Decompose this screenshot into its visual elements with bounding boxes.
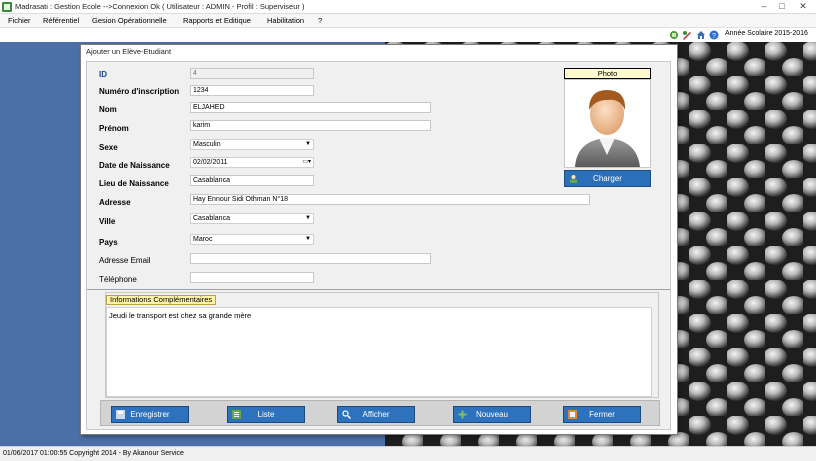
toolbar: ? Année Scolaire 2015-2016 bbox=[0, 28, 816, 42]
info-textarea[interactable]: Jeudi le transport est chez sa grande mè… bbox=[106, 307, 652, 397]
pays-label: Pays bbox=[99, 238, 118, 247]
afficher-label: Afficher bbox=[362, 410, 390, 419]
nom-field[interactable]: ELJAHED bbox=[190, 102, 431, 113]
charger-photo-button[interactable]: Charger bbox=[564, 170, 651, 187]
maximize-icon[interactable]: □ bbox=[775, 1, 789, 12]
add-icon bbox=[458, 410, 467, 419]
save-icon bbox=[116, 410, 125, 419]
id-label: ID bbox=[99, 70, 107, 79]
add-student-dialog: Ajouter un Elève-Etudiant ID Numéro d'in… bbox=[80, 44, 678, 435]
menu-gestion-operationnelle[interactable]: Gesion Opérationnelle bbox=[92, 16, 167, 25]
menu-referentiel[interactable]: Référentiel bbox=[43, 16, 79, 25]
enregistrer-button[interactable]: Enregistrer bbox=[111, 406, 189, 423]
status-text: 01/06/2017 01:00:55 Copyright 2014 - By … bbox=[3, 450, 184, 457]
home-icon[interactable] bbox=[696, 30, 706, 40]
menu-bar: Fichier Référentiel Gesion Opérationnell… bbox=[0, 14, 816, 28]
student-form: ID Numéro d'inscription Nom Prénom Sexe … bbox=[86, 61, 671, 430]
nom-label: Nom bbox=[99, 105, 117, 114]
nouveau-button[interactable]: Nouveau bbox=[453, 406, 531, 423]
photo-header: Photo bbox=[564, 68, 651, 79]
nouveau-label: Nouveau bbox=[475, 410, 509, 419]
telephone-label: Téléphone bbox=[99, 275, 137, 284]
tools-icon[interactable] bbox=[682, 30, 692, 40]
chevron-down-icon: ▼ bbox=[305, 236, 311, 242]
date-naissance-label: Date de Naissance bbox=[99, 161, 170, 170]
pays-select[interactable]: Maroc ▼ bbox=[190, 234, 314, 245]
liste-label: Liste bbox=[257, 410, 275, 419]
close-icon[interactable]: ✕ bbox=[796, 1, 810, 12]
email-field[interactable] bbox=[190, 253, 431, 264]
menu-rapports[interactable]: Rapports et Editique bbox=[183, 16, 251, 25]
email-label: Adresse Email bbox=[99, 256, 151, 265]
sexe-value: Masculin bbox=[193, 141, 221, 148]
fermer-button[interactable]: Fermer bbox=[563, 406, 641, 423]
status-bar: 01/06/2017 01:00:55 Copyright 2014 - By … bbox=[0, 446, 816, 461]
prenom-label: Prénom bbox=[99, 124, 129, 133]
lieu-naissance-field[interactable]: Casablanca bbox=[190, 175, 314, 186]
menu-fichier[interactable]: Fichier bbox=[8, 16, 31, 25]
photo-preview bbox=[564, 79, 651, 168]
chevron-down-icon: ▼ bbox=[305, 141, 311, 147]
adresse-field[interactable]: Hay Ennour Sidi Othman N°18 bbox=[190, 194, 590, 205]
avatar-icon bbox=[575, 90, 640, 167]
fermer-label: Fermer bbox=[589, 410, 615, 419]
date-naissance-value: 02/02/2011 bbox=[193, 159, 228, 166]
dialog-title: Ajouter un Elève-Etudiant bbox=[86, 47, 172, 56]
charger-label: Charger bbox=[593, 174, 622, 183]
section-divider bbox=[87, 289, 670, 290]
window-title: Madrasati : Gestion Ecole -->Connexion O… bbox=[15, 2, 305, 11]
chevron-down-icon: ▼ bbox=[305, 215, 311, 221]
adresse-label: Adresse bbox=[99, 198, 131, 207]
telephone-field[interactable] bbox=[190, 272, 314, 283]
svg-text:?: ? bbox=[712, 33, 716, 40]
minimize-icon[interactable]: – bbox=[757, 1, 771, 12]
calendar-icon: ▭▾ bbox=[302, 159, 311, 165]
enregistrer-label: Enregistrer bbox=[130, 410, 170, 419]
sexe-label: Sexe bbox=[99, 143, 118, 152]
numero-field[interactable]: 1234 bbox=[190, 85, 314, 96]
ville-select[interactable]: Casablanca ▼ bbox=[190, 213, 314, 224]
afficher-button[interactable]: Afficher bbox=[337, 406, 415, 423]
user-icon bbox=[570, 175, 577, 183]
liste-button[interactable]: Liste bbox=[227, 406, 305, 423]
menu-habilitation[interactable]: Habilitation bbox=[267, 16, 304, 25]
info-title: Informations Complémentaires bbox=[106, 295, 217, 305]
app-icon bbox=[2, 2, 12, 12]
action-bar: Enregistrer Liste Afficher Nouveau Ferme… bbox=[100, 400, 660, 426]
info-complementaires-panel: Informations Complémentaires Jeudi le tr… bbox=[105, 292, 659, 398]
menu-help[interactable]: ? bbox=[318, 16, 322, 25]
dialog-titlebar: Ajouter un Elève-Etudiant bbox=[81, 45, 677, 58]
window-titlebar: Madrasati : Gestion Ecole -->Connexion O… bbox=[0, 0, 816, 14]
id-field: 4 bbox=[190, 68, 314, 79]
list-icon bbox=[232, 410, 241, 419]
pays-value: Maroc bbox=[193, 236, 213, 243]
ville-value: Casablanca bbox=[193, 215, 230, 222]
ville-label: Ville bbox=[99, 217, 116, 226]
search-icon bbox=[342, 410, 351, 419]
date-naissance-picker[interactable]: 02/02/2011 ▭▾ bbox=[190, 157, 314, 168]
prenom-field[interactable]: karim bbox=[190, 120, 431, 131]
refresh-icon[interactable] bbox=[669, 30, 679, 40]
numero-label: Numéro d'inscription bbox=[99, 87, 180, 96]
help-icon[interactable]: ? bbox=[709, 30, 719, 40]
sexe-select[interactable]: Masculin ▼ bbox=[190, 139, 314, 150]
school-year-label: Année Scolaire 2015-2016 bbox=[725, 30, 808, 37]
lieu-naissance-label: Lieu de Naissance bbox=[99, 179, 169, 188]
close-window-icon bbox=[568, 410, 577, 419]
